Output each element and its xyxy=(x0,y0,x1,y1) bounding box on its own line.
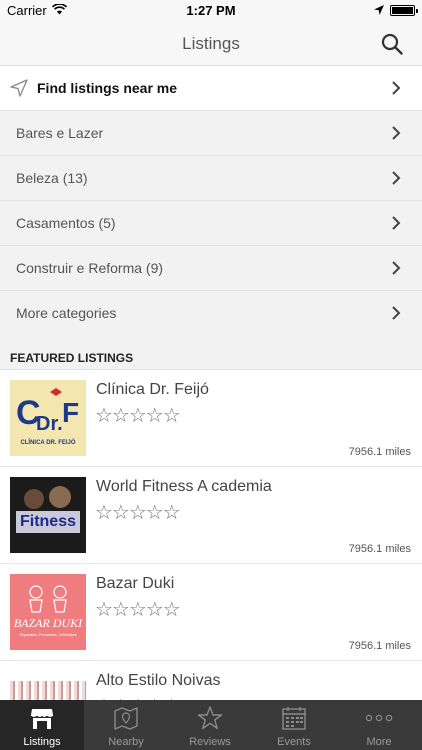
rating-stars: ☆☆☆☆☆ xyxy=(95,405,181,427)
tab-bar: Listings Nearby Reviews Events More xyxy=(0,700,422,750)
calendar-icon xyxy=(282,707,306,730)
section-heading: FEATURED LISTINGS xyxy=(10,351,134,365)
category-row[interactable]: Casamentos (5) xyxy=(0,201,422,246)
svg-text:Dr.: Dr. xyxy=(36,413,63,435)
listing-distance: 7956.1 miles xyxy=(348,640,411,652)
category-row[interactable]: Beleza (13) xyxy=(0,156,422,201)
tab-label: Nearby xyxy=(108,736,144,748)
chevron-right-icon xyxy=(392,81,401,95)
tab-listings[interactable]: Listings xyxy=(0,700,84,750)
nav-bar: Listings xyxy=(0,22,422,66)
search-icon[interactable] xyxy=(380,32,404,56)
listing-item[interactable]: Alto Estilo Noivas ☆☆☆☆☆ xyxy=(0,661,422,700)
thumbnail-subcaption: Papelaria, Presentes, Utilidades xyxy=(19,632,77,637)
featured-listings-header: FEATURED LISTINGS xyxy=(0,334,422,370)
tab-label: Reviews xyxy=(189,736,231,748)
map-icon xyxy=(114,707,138,730)
rating-stars: ☆☆☆☆☆ xyxy=(95,502,181,524)
listing-thumbnail: Fitness xyxy=(10,477,86,553)
thumbnail-caption: CLÍNICA DR. FEIJÓ xyxy=(20,440,76,446)
category-row[interactable]: Construir e Reforma (9) xyxy=(0,246,422,291)
listing-item[interactable]: Fitness World Fitness A cademia ☆☆☆☆☆ 79… xyxy=(0,467,422,564)
tab-nearby[interactable]: Nearby xyxy=(84,700,168,750)
navigation-arrow-icon xyxy=(10,79,28,97)
category-label: Beleza (13) xyxy=(16,170,88,186)
store-icon xyxy=(30,709,54,729)
listing-item[interactable]: BAZAR DUKI Papelaria, Presentes, Utilida… xyxy=(0,564,422,661)
category-label: Construir e Reforma (9) xyxy=(16,260,164,276)
tab-reviews[interactable]: Reviews xyxy=(168,700,252,750)
category-row[interactable]: Bares e Lazer xyxy=(0,111,422,156)
battery-icon xyxy=(390,5,418,16)
category-label: Bares e Lazer xyxy=(16,125,104,141)
listing-name: Bazar Duki xyxy=(96,575,175,592)
more-categories-row[interactable]: More categories xyxy=(0,291,422,336)
tab-label: More xyxy=(366,736,392,748)
bazar-logo-icon xyxy=(10,574,86,650)
rating-stars: ☆☆☆☆☆ xyxy=(95,599,181,621)
chevron-right-icon xyxy=(392,216,401,230)
find-near-me-row[interactable]: Find listings near me xyxy=(0,66,422,111)
listing-thumbnail: C Dr. F CLÍNICA DR. FEIJÓ xyxy=(10,380,86,456)
status-bar: Carrier 1:27 PM xyxy=(0,0,422,22)
tab-events[interactable]: Events xyxy=(252,700,336,750)
clock: 1:27 PM xyxy=(186,3,236,18)
chevron-right-icon xyxy=(392,261,401,275)
tab-label: Listings xyxy=(23,736,61,748)
listing-name: Alto Estilo Noivas xyxy=(96,672,221,689)
listing-thumbnail xyxy=(10,681,86,700)
chevron-right-icon xyxy=(392,171,401,185)
svg-text:F: F xyxy=(62,397,79,428)
chevron-right-icon xyxy=(392,126,401,140)
listing-thumbnail: BAZAR DUKI Papelaria, Presentes, Utilida… xyxy=(10,574,86,650)
listing-name: Clínica Dr. Feijó xyxy=(96,381,209,398)
thumbnail-caption: Fitness xyxy=(19,513,76,530)
category-label: Casamentos (5) xyxy=(16,215,116,231)
listing-item[interactable]: C Dr. F CLÍNICA DR. FEIJÓ Clínica Dr. Fe… xyxy=(0,370,422,467)
listing-distance: 7956.1 miles xyxy=(348,446,411,458)
listing-distance: 7956.1 miles xyxy=(348,543,411,555)
listing-name: World Fitness A cademia xyxy=(96,478,272,495)
location-arrow-icon xyxy=(374,5,384,15)
more-icon xyxy=(365,714,393,722)
thumbnail-caption: BAZAR DUKI xyxy=(13,616,83,630)
star-icon xyxy=(197,706,223,730)
category-label: More categories xyxy=(16,305,117,321)
page-title: Listings xyxy=(182,34,240,53)
tab-more[interactable]: More xyxy=(336,700,422,750)
chevron-right-icon xyxy=(392,306,401,320)
find-near-me-label: Find listings near me xyxy=(37,80,178,96)
tab-label: Events xyxy=(277,736,311,748)
